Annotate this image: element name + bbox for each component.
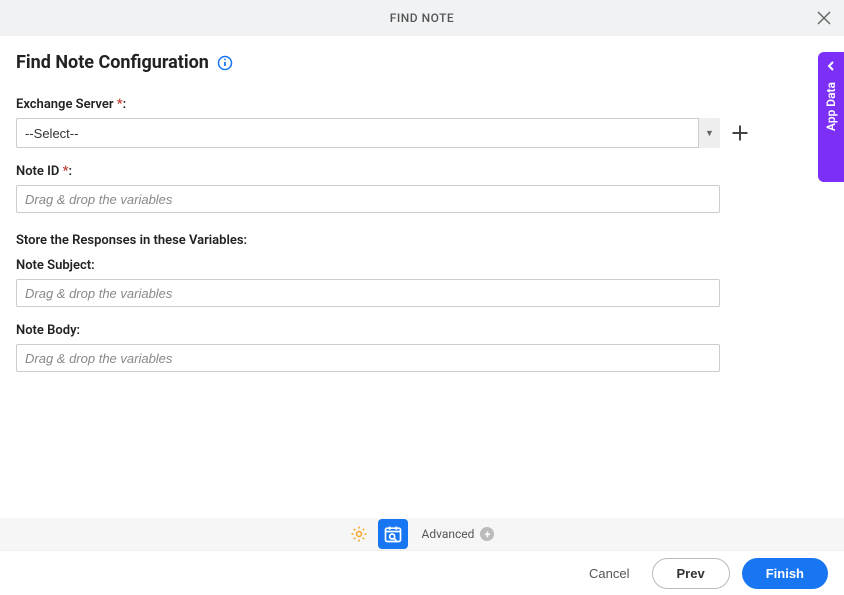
note-body-field: Note Body:	[16, 323, 826, 372]
note-id-input[interactable]	[16, 185, 720, 213]
page-title: Find Note Configuration	[16, 52, 209, 73]
required-mark: *	[63, 164, 69, 179]
gear-icon[interactable]	[350, 525, 368, 543]
responses-section-label: Store the Responses in these Variables:	[16, 233, 826, 248]
form-content: Find Note Configuration Exchange Server …	[0, 36, 844, 372]
modal-title: FIND NOTE	[390, 11, 454, 25]
exchange-server-field: Exchange Server *: ▼	[16, 97, 826, 148]
modal-header: FIND NOTE	[0, 0, 844, 36]
note-body-input[interactable]	[16, 344, 720, 372]
app-data-tab[interactable]: App Data	[818, 52, 844, 182]
note-subject-label: Note Subject:	[16, 258, 826, 273]
app-data-label: App Data	[824, 82, 838, 131]
exchange-server-label: Exchange Server *:	[16, 97, 826, 112]
plus-circle-icon: +	[480, 527, 494, 541]
finish-button[interactable]: Finish	[742, 558, 828, 589]
close-icon	[817, 11, 831, 25]
add-server-button[interactable]	[730, 123, 750, 143]
footer: Cancel Prev Finish	[0, 550, 844, 595]
required-mark: *	[117, 97, 123, 112]
select-row: ▼	[16, 118, 826, 148]
title-row: Find Note Configuration	[16, 52, 826, 73]
note-body-label: Note Body:	[16, 323, 826, 338]
note-id-field: Note ID *:	[16, 164, 826, 213]
note-subject-input[interactable]	[16, 279, 720, 307]
chevron-left-icon	[825, 60, 837, 72]
note-subject-field: Note Subject:	[16, 258, 826, 307]
note-id-label: Note ID *:	[16, 164, 826, 179]
exchange-server-select-wrap: ▼	[16, 118, 720, 148]
advanced-toggle[interactable]: Advanced +	[422, 527, 495, 541]
prev-button[interactable]: Prev	[652, 558, 730, 589]
close-button[interactable]	[814, 8, 834, 28]
toolbar: Advanced +	[0, 518, 844, 550]
advanced-label: Advanced	[422, 527, 475, 541]
exchange-server-select[interactable]	[16, 118, 720, 148]
info-icon[interactable]	[217, 55, 233, 71]
cancel-button[interactable]: Cancel	[579, 560, 639, 587]
calendar-search-icon[interactable]	[378, 519, 408, 549]
